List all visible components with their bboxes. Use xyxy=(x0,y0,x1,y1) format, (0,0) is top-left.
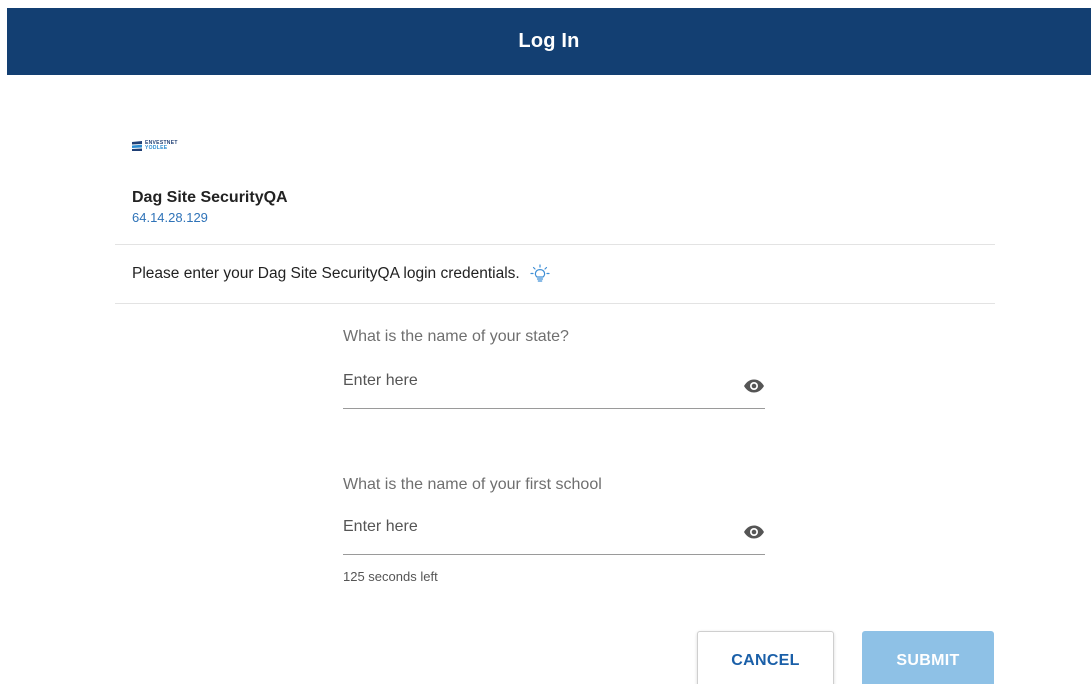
countdown-timer: 125 seconds left xyxy=(343,569,438,584)
login-page: Log In ENVESTNET YODLEE Dag Site Securit… xyxy=(0,0,1091,684)
site-name: Dag Site SecurityQA xyxy=(132,189,288,206)
logo-text-yodlee: YODLEE xyxy=(145,145,168,151)
provider-logo: ENVESTNET YODLEE xyxy=(132,138,202,154)
answer-input-school[interactable] xyxy=(343,516,723,538)
divider xyxy=(115,244,995,245)
site-address: 64.14.28.129 xyxy=(132,210,208,225)
instruction-row: Please enter your Dag Site SecurityQA lo… xyxy=(132,264,550,284)
answer-field-state xyxy=(343,370,765,409)
page-title: Log In xyxy=(518,30,580,52)
logo-mark-icon xyxy=(132,141,142,151)
eye-icon[interactable] xyxy=(743,378,765,394)
lightbulb-icon[interactable] xyxy=(530,264,550,284)
cancel-button[interactable]: CANCEL xyxy=(697,631,834,684)
question-label-school: What is the name of your first school xyxy=(343,476,602,493)
answer-field-school xyxy=(343,516,765,555)
submit-button[interactable]: SUBMIT xyxy=(862,631,994,684)
eye-icon[interactable] xyxy=(743,524,765,540)
instruction-text: Please enter your Dag Site SecurityQA lo… xyxy=(132,265,520,282)
question-label-state: What is the name of your state? xyxy=(343,328,569,345)
answer-input-state[interactable] xyxy=(343,370,723,392)
divider xyxy=(115,303,995,304)
header-bar: Log In xyxy=(7,8,1091,75)
